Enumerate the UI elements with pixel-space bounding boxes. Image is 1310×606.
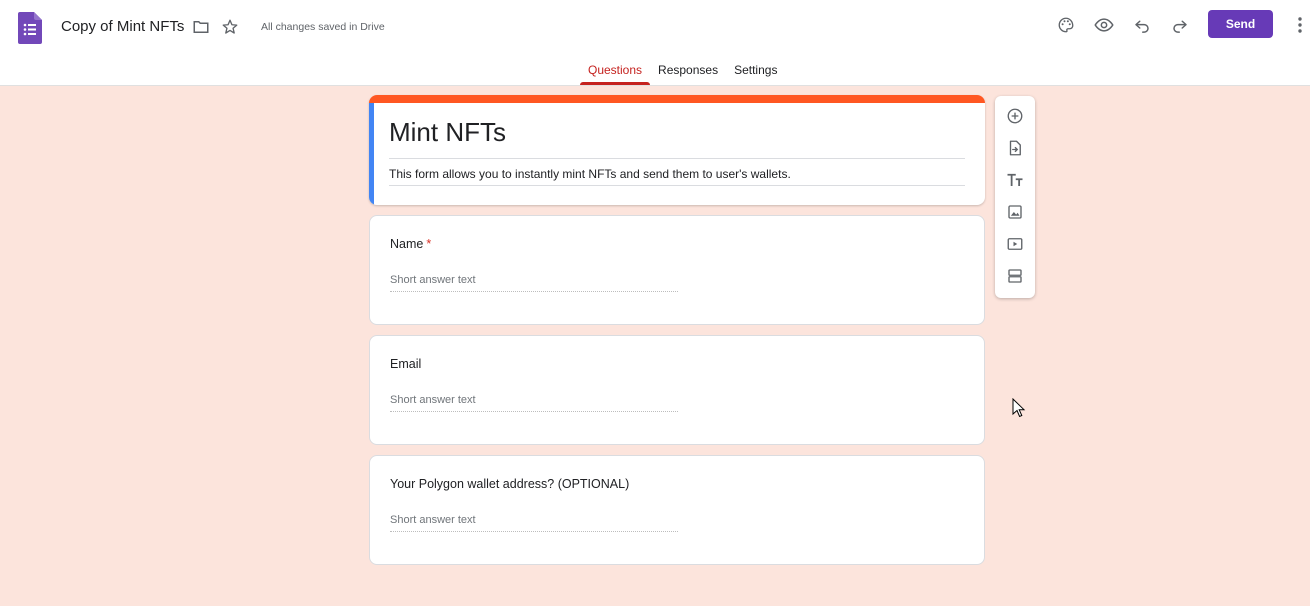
- redo-icon[interactable]: [1167, 12, 1193, 38]
- forms-logo-icon[interactable]: [18, 12, 42, 44]
- form-title[interactable]: Mint NFTs: [389, 117, 506, 148]
- question-card-wallet[interactable]: Your Polygon wallet address? (OPTIONAL) …: [369, 455, 985, 565]
- document-title[interactable]: Copy of Mint NFTs: [61, 18, 184, 35]
- question-title: Your Polygon wallet address? (OPTIONAL): [390, 477, 630, 491]
- theme-accent-bar: [369, 95, 985, 103]
- star-icon[interactable]: [219, 16, 241, 38]
- add-section-icon[interactable]: [1004, 265, 1026, 287]
- short-answer-field: Short answer text: [390, 392, 678, 412]
- tab-questions[interactable]: Questions: [580, 60, 651, 85]
- import-questions-icon[interactable]: [1004, 137, 1026, 159]
- preview-eye-icon[interactable]: [1091, 12, 1117, 38]
- active-card-indicator: [369, 103, 374, 205]
- mouse-cursor-icon: [1012, 397, 1026, 418]
- form-description[interactable]: This form allows you to instantly mint N…: [389, 167, 791, 181]
- palette-icon[interactable]: [1053, 12, 1079, 38]
- tabs: Questions Responses Settings: [580, 60, 785, 86]
- add-image-icon[interactable]: [1004, 201, 1026, 223]
- title-underline: [389, 158, 965, 159]
- form-header-card[interactable]: Mint NFTs This form allows you to instan…: [369, 95, 985, 205]
- add-title-icon[interactable]: [1004, 169, 1026, 191]
- floating-toolbar: [995, 96, 1035, 298]
- description-underline: [389, 185, 965, 186]
- question-title: Email: [390, 357, 422, 371]
- tab-settings[interactable]: Settings: [726, 60, 785, 85]
- send-button[interactable]: Send: [1208, 10, 1273, 38]
- required-asterisk: *: [426, 237, 432, 251]
- question-card-email[interactable]: Email Short answer text: [369, 335, 985, 445]
- add-question-icon[interactable]: [1004, 105, 1026, 127]
- short-answer-field: Short answer text: [390, 512, 678, 532]
- add-video-icon[interactable]: [1004, 233, 1026, 255]
- tab-responses[interactable]: Responses: [650, 60, 726, 85]
- more-vert-icon[interactable]: [1290, 12, 1310, 38]
- question-card-name[interactable]: Name * Short answer text: [369, 215, 985, 325]
- short-answer-field: Short answer text: [390, 272, 678, 292]
- top-bar: Copy of Mint NFTs All changes saved in D…: [0, 0, 1310, 86]
- undo-icon[interactable]: [1129, 12, 1155, 38]
- folder-icon[interactable]: [190, 16, 212, 38]
- save-status: All changes saved in Drive: [261, 21, 385, 33]
- question-title: Name *: [390, 237, 432, 251]
